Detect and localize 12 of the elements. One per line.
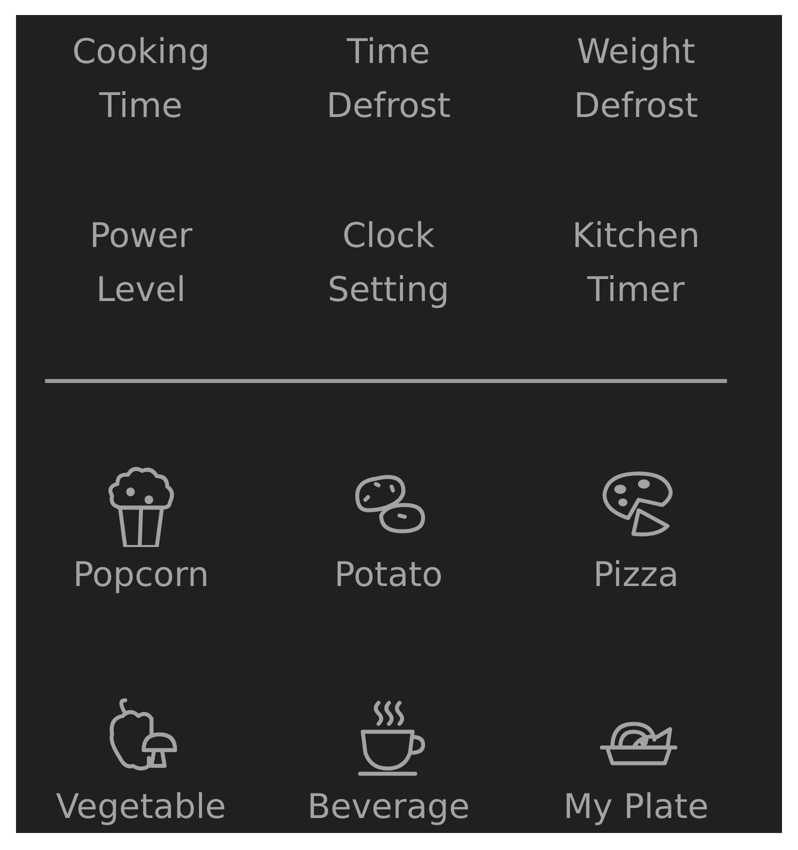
function-key[interactable]: Power Level: [41, 209, 241, 317]
function-key[interactable]: Kitchen Timer: [536, 209, 736, 317]
function-key[interactable]: Clock Setting: [288, 209, 488, 317]
auto-menu-key[interactable]: My Plate: [563, 787, 709, 827]
auto-menu-key[interactable]: Vegetable: [56, 787, 226, 827]
function-key[interactable]: Time Defrost: [288, 25, 488, 133]
auto-menu-key[interactable]: Popcorn: [72, 555, 210, 595]
function-key[interactable]: Weight Defrost: [536, 25, 736, 133]
auto-menu-key[interactable]: Potato: [334, 555, 443, 595]
function-key[interactable]: Cooking Time: [41, 25, 241, 133]
auto-menu-key[interactable]: Pizza: [593, 555, 679, 595]
auto-menu-key[interactable]: Beverage: [307, 787, 470, 827]
